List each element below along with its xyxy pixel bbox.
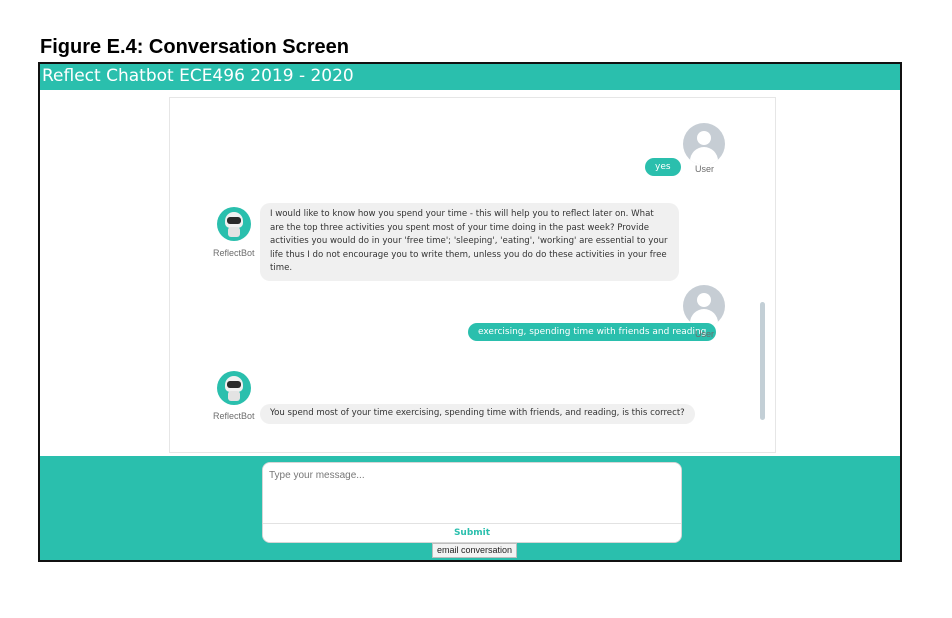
user-name-label: User [695,164,715,174]
figure-caption: Figure E.4: Conversation Screen [40,36,349,58]
message-input[interactable] [263,463,681,523]
bot-name-label: ReflectBot [213,411,255,421]
user-name-label: User [695,329,715,339]
bot-name-label: ReflectBot [213,248,255,258]
user-avatar-icon [683,123,725,165]
bot-message-bubble: I would like to know how you spend your … [260,203,679,281]
app-header: Reflect Chatbot ECE496 2019 - 2020 [40,64,900,90]
user-message-bubble: exercising, spending time with friends a… [468,323,717,341]
submit-button[interactable]: Submit [263,523,681,542]
composer-area: Submit email conversation [40,456,900,560]
app-window: Reflect Chatbot ECE496 2019 - 2020 yes U… [38,62,902,562]
chat-scrollbar[interactable] [760,302,765,420]
user-message-bubble: yes [645,158,681,176]
email-conversation-button[interactable]: email conversation [432,543,518,558]
robot-avatar-icon [217,207,251,241]
chat-panel[interactable]: yes User ReflectBot I would like to know… [169,97,776,453]
user-avatar-icon [683,285,725,327]
message-composer: Submit [262,462,682,543]
robot-avatar-icon [217,371,251,405]
bot-message-bubble: You spend most of your time exercising, … [260,404,695,424]
app-title: Reflect Chatbot ECE496 2019 - 2020 [42,66,354,86]
